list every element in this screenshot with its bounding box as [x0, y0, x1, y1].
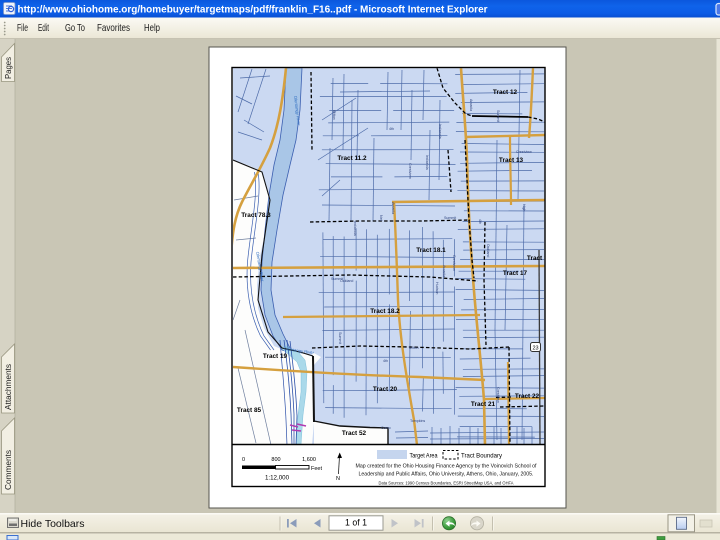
- svg-text:Summit: Summit: [338, 332, 342, 344]
- svg-text:Attachments: Attachments: [4, 364, 13, 410]
- svg-text:Tract 21: Tract 21: [471, 401, 496, 408]
- svg-text:N: N: [336, 476, 340, 482]
- svg-text:Oakland: Oakland: [486, 244, 490, 257]
- svg-text:Feet: Feet: [311, 466, 322, 472]
- svg-text:Indianola: Indianola: [425, 155, 429, 170]
- svg-text:High: High: [522, 204, 526, 211]
- svg-text:Favorites: Favorites: [97, 22, 130, 34]
- svg-text:Tract 20: Tract 20: [373, 386, 398, 393]
- svg-text:Pages: Pages: [4, 57, 13, 79]
- svg-text:4th: 4th: [383, 359, 388, 363]
- svg-text:Data Sources: 1990 Census Boun: Data Sources: 1990 Census Boundaries, ES…: [379, 481, 514, 486]
- svg-text:Milton: Milton: [409, 346, 419, 350]
- svg-text:Crestview: Crestview: [452, 255, 456, 271]
- svg-text:Tract 22: Tract 22: [515, 393, 540, 400]
- svg-text:Tract 78.3: Tract 78.3: [241, 212, 271, 219]
- svg-text:Tompkins: Tompkins: [410, 419, 425, 423]
- svg-text:Tract 17: Tract 17: [503, 270, 528, 277]
- svg-text:Crestview: Crestview: [516, 150, 532, 154]
- svg-text:Tract 19: Tract 19: [263, 353, 288, 360]
- svg-text:0: 0: [242, 457, 245, 463]
- svg-text:Milton: Milton: [332, 110, 336, 120]
- svg-text:Tract 13: Tract 13: [499, 157, 524, 164]
- svg-text:1,600: 1,600: [302, 457, 316, 463]
- svg-text:800: 800: [271, 457, 280, 463]
- svg-text:Tract 18.1: Tract 18.1: [416, 247, 446, 254]
- svg-text:Tract 18.2: Tract 18.2: [370, 308, 400, 315]
- svg-text:Help: Help: [144, 22, 160, 34]
- svg-text:Leadership and Public Affairs,: Leadership and Public Affairs, Ohio Univ…: [359, 472, 534, 478]
- svg-text:Arcadia: Arcadia: [442, 265, 446, 277]
- svg-text:1 of 1: 1 of 1: [345, 518, 367, 528]
- svg-text:Crestview: Crestview: [408, 163, 412, 179]
- svg-text:23: 23: [532, 346, 538, 352]
- svg-text:Edit: Edit: [38, 22, 49, 34]
- svg-text:Summit: Summit: [444, 216, 456, 220]
- svg-text:Tract 52: Tract 52: [342, 430, 367, 437]
- svg-text:Hide Toolbars: Hide Toolbars: [21, 518, 85, 530]
- svg-text:Crestview: Crestview: [496, 387, 500, 403]
- svg-text:Tract Boundary: Tract Boundary: [461, 453, 503, 460]
- svg-text:4th: 4th: [478, 219, 482, 224]
- svg-text:Hudson: Hudson: [435, 282, 439, 294]
- svg-text:Comments: Comments: [4, 450, 13, 490]
- svg-text:Target Area: Target Area: [410, 453, 438, 460]
- svg-text:Tract 12: Tract 12: [493, 89, 518, 96]
- svg-text:Arcadia: Arcadia: [469, 99, 473, 111]
- svg-text:Como: Como: [381, 426, 391, 430]
- svg-text:Go To: Go To: [65, 22, 85, 34]
- svg-text:Indianola: Indianola: [438, 124, 442, 139]
- svg-text:Map created for the Ohio Housi: Map created for the Ohio Housing Finance…: [356, 464, 538, 470]
- svg-text:Tract 85: Tract 85: [237, 407, 262, 414]
- svg-text:Tract 11.2: Tract 11.2: [337, 155, 367, 162]
- svg-text:1:12,000: 1:12,000: [265, 475, 290, 482]
- svg-text:File: File: [17, 22, 28, 34]
- svg-text:http://www.ohiohome.org/homebu: http://www.ohiohome.org/homebuyer/target…: [18, 4, 488, 15]
- svg-text:4th: 4th: [389, 127, 394, 131]
- svg-text:Arcadia: Arcadia: [391, 202, 395, 214]
- svg-text:Indianola: Indianola: [353, 221, 357, 236]
- svg-text:Oakland: Oakland: [340, 279, 353, 283]
- svg-text:Summit: Summit: [496, 110, 500, 122]
- svg-text:Neil: Neil: [379, 215, 383, 221]
